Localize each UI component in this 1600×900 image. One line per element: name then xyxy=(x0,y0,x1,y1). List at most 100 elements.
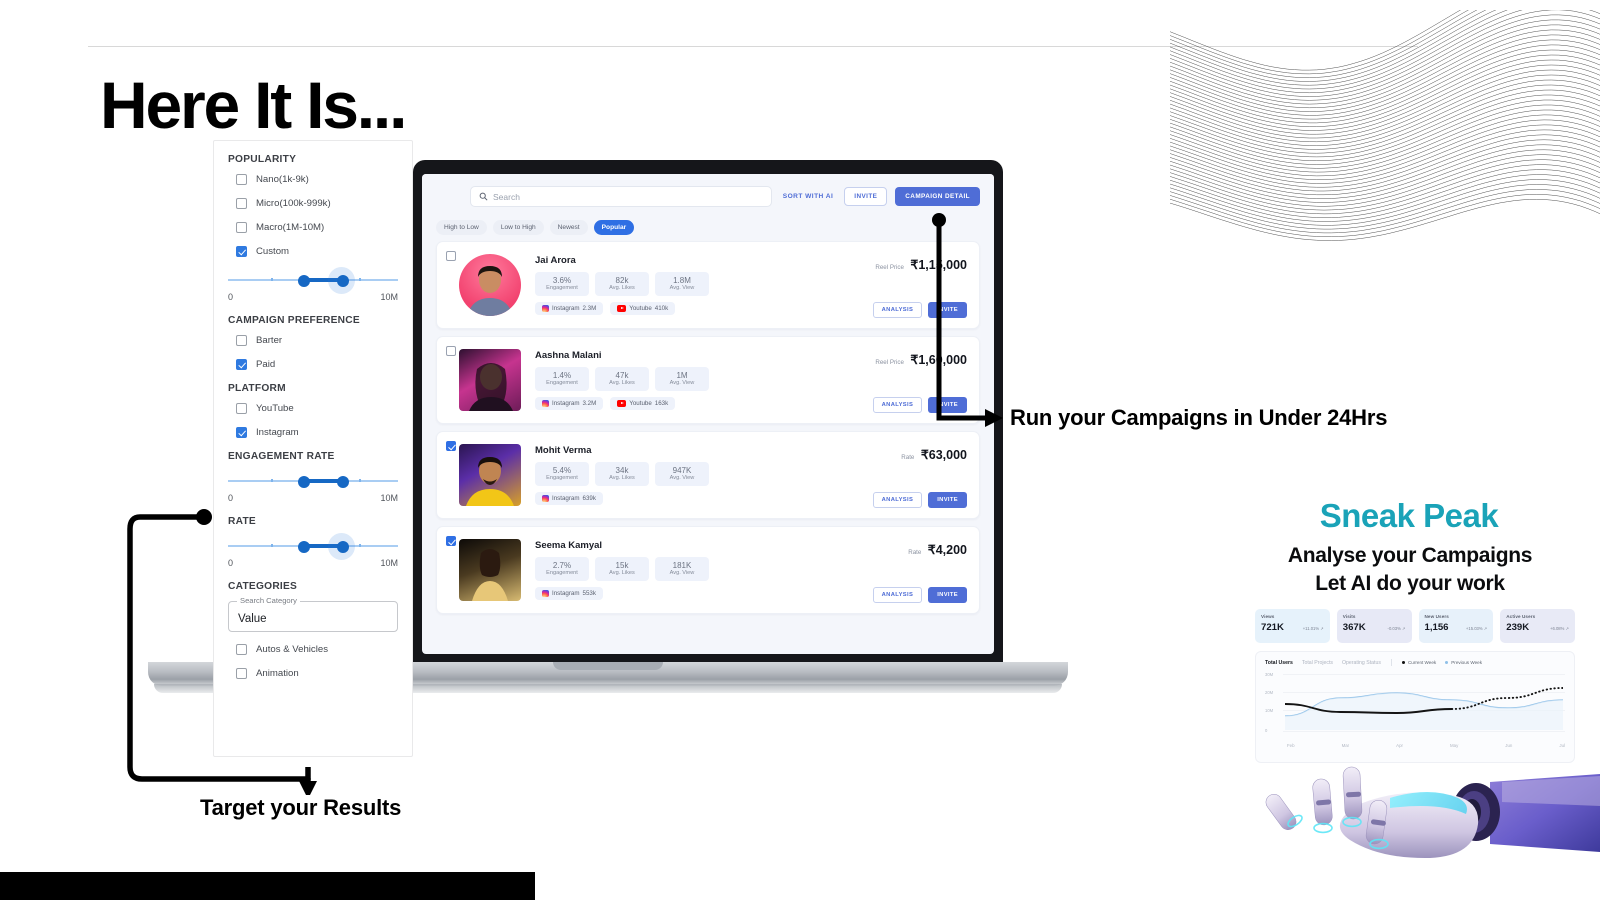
checkbox[interactable] xyxy=(236,246,247,257)
legend-item: Previous Week xyxy=(1445,660,1482,665)
filter-option[interactable]: Autos & Vehicles xyxy=(236,644,398,655)
card-action-row: ANALYSIS INVITE xyxy=(872,302,967,318)
legend-divider xyxy=(1390,659,1392,666)
wireframe-blend-decoration xyxy=(1169,10,1600,241)
slider-knob-max[interactable] xyxy=(336,475,349,488)
filter-option-label: Autos & Vehicles xyxy=(256,644,328,655)
chart-tab-total-projects[interactable]: Total Projects xyxy=(1302,660,1333,666)
influencer-select-checkbox[interactable] xyxy=(446,441,456,451)
analytics-panel: Total Users Total Projects Operating Statu… xyxy=(1255,651,1575,763)
x-tick-label: Jul xyxy=(1559,743,1565,748)
influencer-card[interactable]: Jai Arora 3.6% Engagement 82k Avg. Likes… xyxy=(436,241,980,329)
slider-knob-max[interactable] xyxy=(336,274,349,287)
checkbox[interactable] xyxy=(236,198,247,209)
callout-run-campaigns: Run your Campaigns in Under 24Hrs xyxy=(1010,405,1388,430)
range-slider[interactable] xyxy=(228,533,398,560)
platform-badge: Youtube 163k xyxy=(610,396,676,410)
checkbox[interactable] xyxy=(236,644,247,655)
checkbox[interactable] xyxy=(236,359,247,370)
filter-option[interactable]: Custom xyxy=(236,246,398,257)
stat-row: 5.4% Engagement 34k Avg. Likes 947K Avg.… xyxy=(535,462,967,486)
instagram-icon xyxy=(542,304,549,312)
filter-option[interactable]: Micro(100k-999k) xyxy=(236,198,398,209)
price-value: ₹1,60,000 xyxy=(910,353,967,367)
sneak-subtitle-line-2: Let AI do your work xyxy=(1315,571,1505,595)
slide-canvas: Here It Is... Search SORT WITH AI INVITE… xyxy=(0,0,1600,900)
x-tick-label: May xyxy=(1449,743,1459,748)
invite-button[interactable]: INVITE xyxy=(844,187,888,206)
stat-value: 5.4% xyxy=(552,466,572,476)
category-search-input[interactable]: Search Category Value xyxy=(228,596,398,632)
influencer-card[interactable]: Seema Kamyal 2.7% Engagement 15k Avg. Li… xyxy=(436,526,980,614)
analysis-button[interactable]: ANALYSIS xyxy=(872,302,923,318)
filter-option-label: Instagram xyxy=(256,427,299,438)
slider-knob-max[interactable] xyxy=(336,540,349,553)
platform-count: 410k xyxy=(654,304,669,312)
instagram-icon xyxy=(542,494,549,502)
kpi-delta: +6.08% ↗ xyxy=(1550,626,1569,631)
search-placeholder: Search xyxy=(493,191,520,202)
sort-chip-popular[interactable]: Popular xyxy=(593,220,635,235)
platform-name: Instagram xyxy=(552,494,580,502)
analysis-button[interactable]: ANALYSIS xyxy=(872,492,923,508)
card-invite-button[interactable]: INVITE xyxy=(928,397,967,413)
card-invite-button[interactable]: INVITE xyxy=(928,587,967,603)
price-block: Reel Price ₹1,60,000 xyxy=(875,351,967,369)
slider-knob-min[interactable] xyxy=(297,540,310,553)
influencer-select-checkbox[interactable] xyxy=(446,251,456,261)
chart-tab-operating-status[interactable]: Operating Status xyxy=(1342,660,1381,666)
sort-with-ai-button[interactable]: SORT WITH AI xyxy=(780,193,837,200)
price-block: Reel Price ₹1,15,000 xyxy=(875,256,967,274)
platform-badge: Instagram 553k xyxy=(535,586,603,600)
campaign-detail-button[interactable]: CAMPAIGN DETAIL xyxy=(895,187,980,206)
range-slider[interactable] xyxy=(228,267,398,294)
slider-min-label: 0 xyxy=(228,292,234,302)
influencer-select-checkbox[interactable] xyxy=(446,536,456,546)
platform-count: 2.3M xyxy=(582,304,597,312)
stat-label: Avg. View xyxy=(669,570,695,577)
analysis-button[interactable]: ANALYSIS xyxy=(872,397,923,413)
search-input[interactable]: Search xyxy=(470,186,772,207)
influencer-select-checkbox[interactable] xyxy=(446,346,456,356)
sort-chip-low-to-high[interactable]: Low to High xyxy=(492,220,544,235)
stat-value: 1M xyxy=(676,371,688,381)
filter-option[interactable]: Macro(1M-10M) xyxy=(236,222,398,233)
checkbox[interactable] xyxy=(236,403,247,414)
card-invite-button[interactable]: INVITE xyxy=(928,302,967,318)
platform-name: Youtube xyxy=(629,399,652,407)
stat-value: 82k xyxy=(615,276,629,286)
filter-option[interactable]: YouTube xyxy=(236,403,398,414)
analysis-button[interactable]: ANALYSIS xyxy=(872,587,923,603)
kpi-value: 239K xyxy=(1506,622,1530,633)
card-invite-button[interactable]: INVITE xyxy=(928,492,967,508)
slider-knob-min[interactable] xyxy=(297,274,310,287)
influencer-card[interactable]: Mohit Verma 5.4% Engagement 34k Avg. Lik… xyxy=(436,431,980,519)
avatar xyxy=(459,254,521,316)
slider-knob-min[interactable] xyxy=(297,475,310,488)
checkbox[interactable] xyxy=(236,222,247,233)
chart-tab-total-users[interactable]: Total Users xyxy=(1265,660,1293,666)
checkbox[interactable] xyxy=(236,174,247,185)
filter-option[interactable]: Nano(1k-9k) xyxy=(236,174,398,185)
checkbox[interactable] xyxy=(236,335,247,346)
filter-option[interactable]: Paid xyxy=(236,359,398,370)
stat-row: 2.7% Engagement 15k Avg. Likes 181K Avg.… xyxy=(535,557,967,581)
filter-option[interactable]: Barter xyxy=(236,335,398,346)
checkbox[interactable] xyxy=(236,668,247,679)
card-action-row: ANALYSIS INVITE xyxy=(872,397,967,413)
platform-name: Instagram xyxy=(552,399,580,407)
filter-option-label: Macro(1M-10M) xyxy=(256,222,325,233)
sort-chip-high-to-low[interactable]: High to Low xyxy=(436,220,487,235)
range-slider[interactable] xyxy=(228,471,398,491)
stat-row: 3.6% Engagement 82k Avg. Likes 1.8M Avg.… xyxy=(535,272,967,296)
x-tick-label: Feb xyxy=(1287,743,1295,748)
influencer-card[interactable]: Aashna Malani 1.4% Engagement 47k Avg. L… xyxy=(436,336,980,424)
checkbox[interactable] xyxy=(236,427,247,438)
filter-option[interactable]: Instagram xyxy=(236,427,398,438)
filter-option[interactable]: Animation xyxy=(236,668,398,679)
kpi-card: Visits 367K -0.03% ↗ xyxy=(1336,609,1412,643)
influencer-card-list: Jai Arora 3.6% Engagement 82k Avg. Likes… xyxy=(422,241,994,614)
platform-badge: Youtube 410k xyxy=(610,301,676,315)
sort-chip-newest[interactable]: Newest xyxy=(549,220,588,235)
sneak-subtitle-line-1: Analyse your Campaigns xyxy=(1287,544,1533,567)
